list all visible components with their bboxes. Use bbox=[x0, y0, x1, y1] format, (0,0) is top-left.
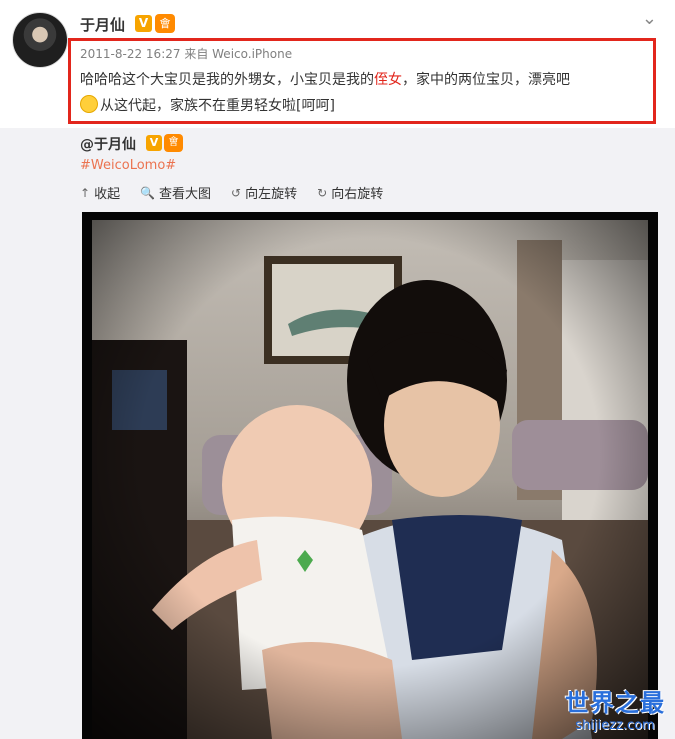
repost-vip-badge-icon: 會 bbox=[164, 134, 183, 152]
photo-vignette bbox=[92, 220, 648, 739]
watermark-url: shijiezz.com bbox=[575, 718, 655, 733]
avatar[interactable] bbox=[12, 12, 68, 68]
repost-verified-badge-icon: V bbox=[146, 135, 162, 151]
post-text-part2: ，家中的两位宝贝，漂亮吧 bbox=[402, 72, 570, 88]
vip-badge-icon: 會 bbox=[155, 14, 175, 33]
post-timestamp[interactable]: 2011-8-22 16:27 bbox=[80, 47, 181, 61]
rotate-left-button[interactable]: ↺ 向左旋转 bbox=[231, 183, 298, 203]
photo-illustration bbox=[92, 220, 648, 739]
rotate-left-label: 向左旋转 bbox=[245, 187, 298, 202]
view-large-button[interactable]: 🔍 查看大图 bbox=[140, 183, 212, 203]
image-toolbar: ↑ 收起 🔍 查看大图 ↺ 向左旋转 ↻ 向右旋转 bbox=[80, 183, 384, 203]
repost-username[interactable]: @于月仙 bbox=[80, 134, 136, 154]
rotate-right-icon: ↻ bbox=[317, 185, 328, 200]
rotate-right-label: 向右旋转 bbox=[331, 187, 384, 202]
laugh-emoji-icon bbox=[80, 95, 98, 113]
zoom-icon: 🔍 bbox=[140, 185, 156, 200]
post-text-red: 侄女 bbox=[374, 72, 402, 88]
verified-badge-icon: V bbox=[135, 15, 152, 32]
post-source[interactable]: 来自 Weico.iPhone bbox=[184, 47, 292, 61]
rotate-right-button[interactable]: ↻ 向右旋转 bbox=[317, 183, 384, 203]
post-username[interactable]: 于月仙 bbox=[80, 14, 125, 35]
collapse-label: 收起 bbox=[94, 187, 121, 202]
post-meta: 2011-8-22 16:27 来自 Weico.iPhone bbox=[80, 45, 292, 62]
repost-hashtag[interactable]: #WeicoLomo# bbox=[80, 158, 176, 173]
watermark-title: 世界之最 bbox=[565, 689, 665, 717]
chevron-down-icon[interactable]: ⌄ bbox=[642, 8, 657, 29]
rotate-left-icon: ↺ bbox=[231, 185, 242, 200]
post-text-part3: 从这代起，家族不在重男轻女啦[呵呵] bbox=[100, 98, 335, 114]
watermark: 世界之最 shijiezz.com bbox=[565, 683, 665, 733]
post-content: 哈哈哈这个大宝贝是我的外甥女，小宝贝是我的侄女，家中的两位宝贝，漂亮吧 从这代起… bbox=[80, 67, 652, 119]
view-large-label: 查看大图 bbox=[159, 187, 212, 202]
collapse-icon: ↑ bbox=[80, 185, 91, 200]
collapse-button[interactable]: ↑ 收起 bbox=[80, 183, 121, 203]
post-photo[interactable] bbox=[92, 220, 648, 739]
post-text-part1: 哈哈哈这个大宝贝是我的外甥女，小宝贝是我的 bbox=[80, 72, 374, 88]
